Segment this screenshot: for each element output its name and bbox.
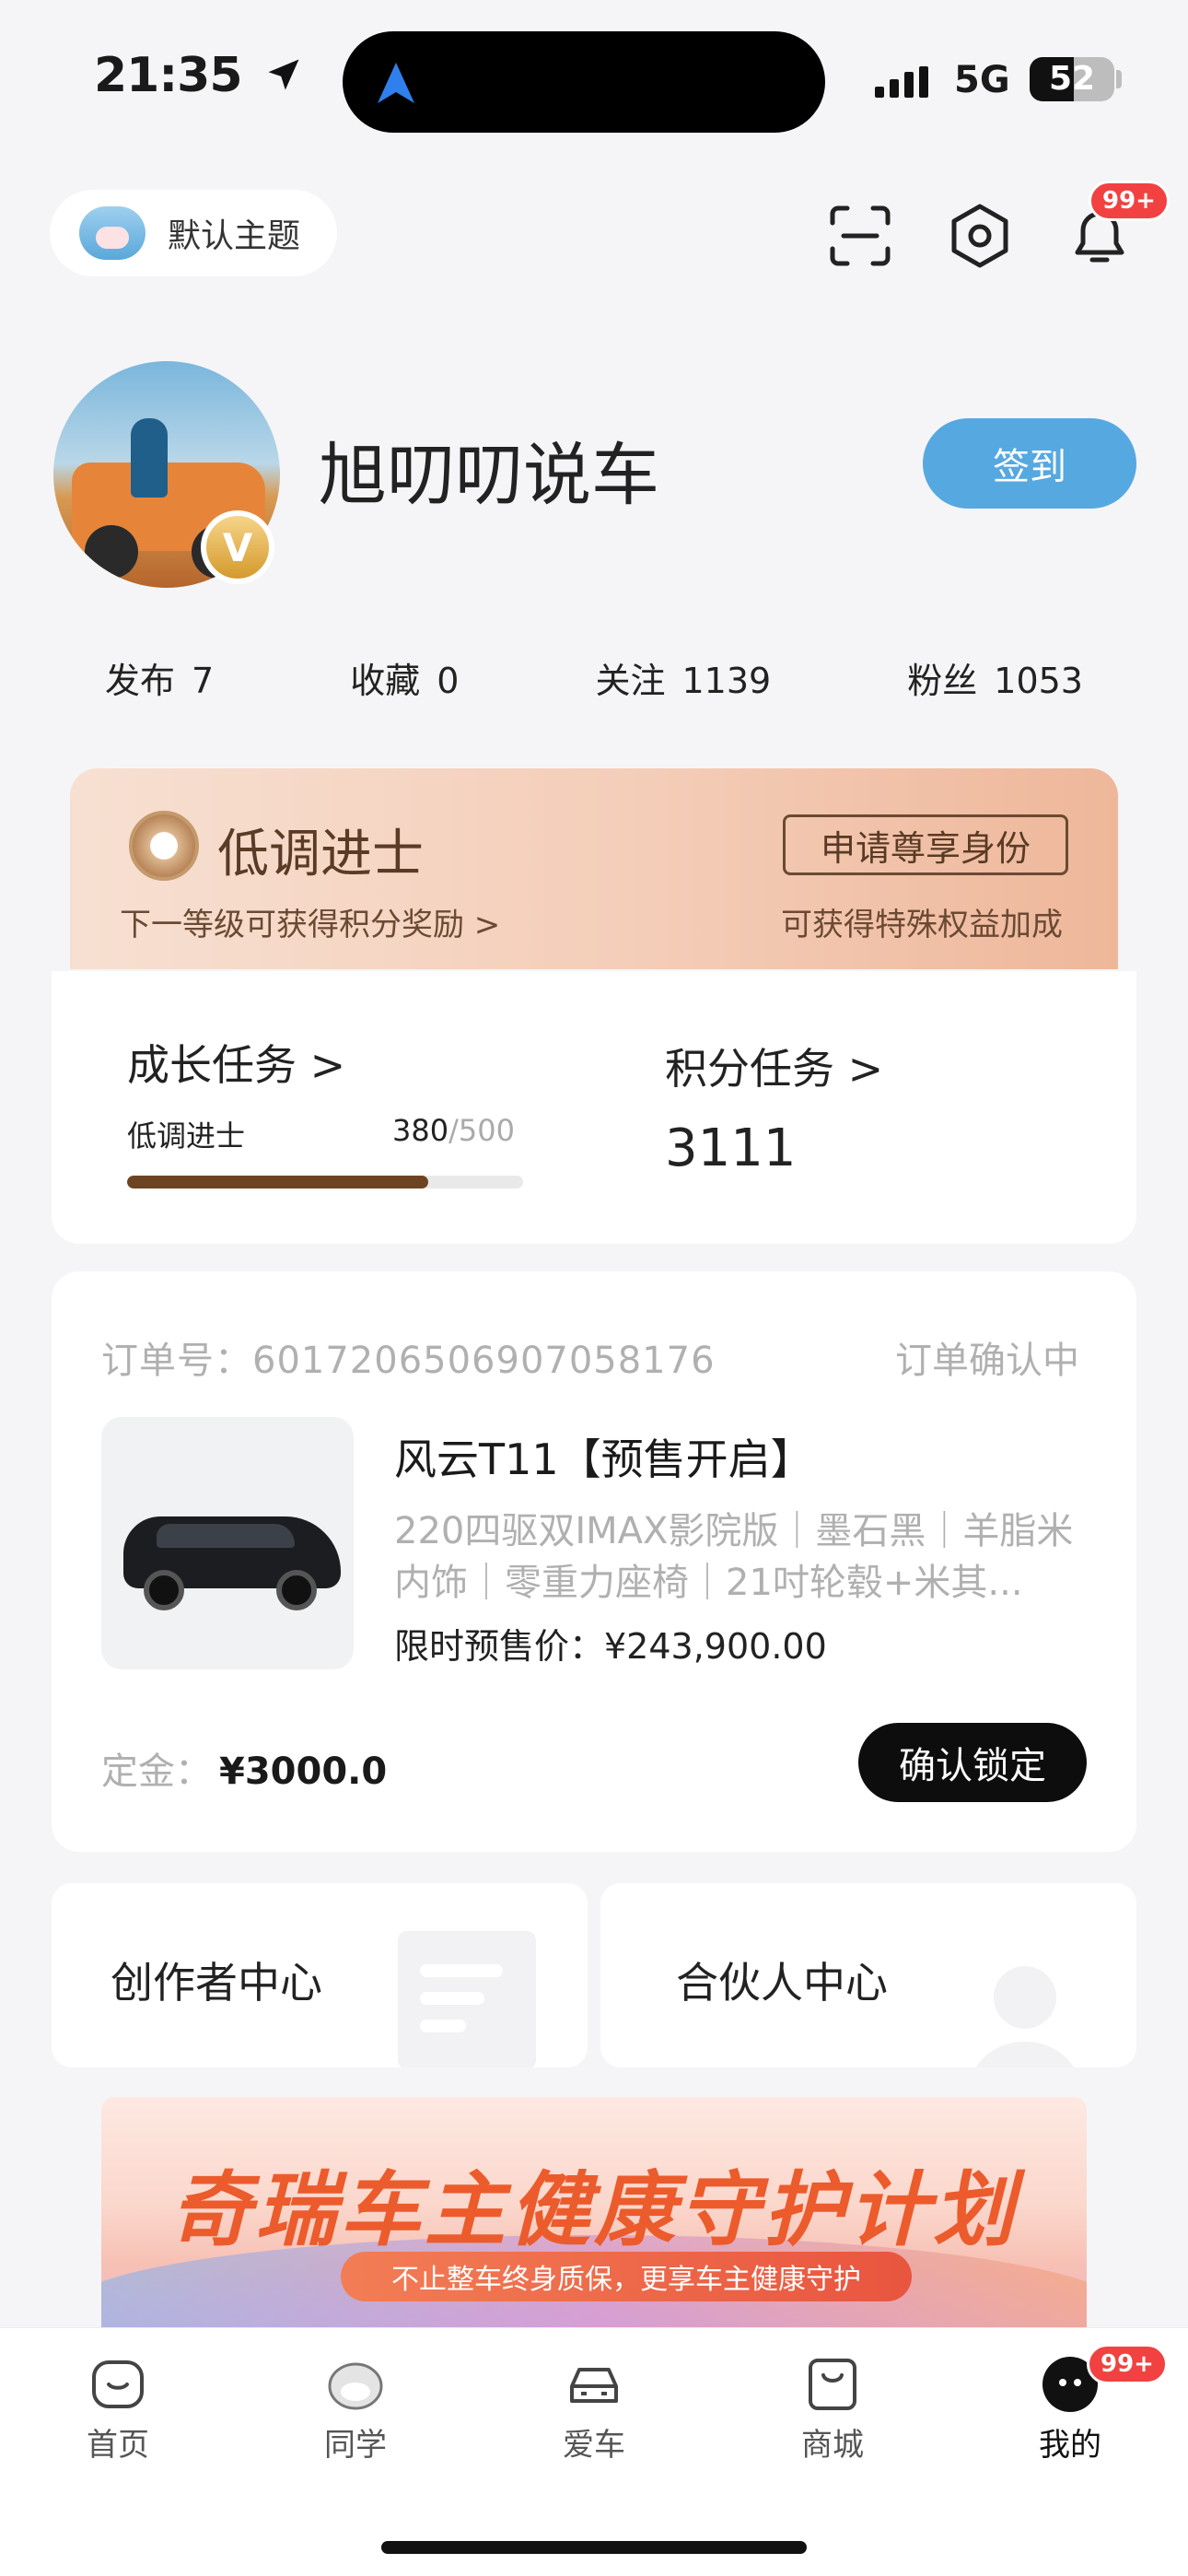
apply-premium-note: 可获得特殊权益加成 bbox=[781, 907, 1063, 943]
stat-following[interactable]: 关注 1139 bbox=[595, 652, 771, 703]
points-value: 3111 bbox=[665, 1118, 797, 1178]
status-time: 21:35 bbox=[94, 48, 304, 103]
verified-badge: V bbox=[201, 510, 274, 584]
growth-progress-text: 380/500 bbox=[392, 1113, 515, 1148]
mascot-tab-icon bbox=[328, 2362, 383, 2410]
location-arrow-icon bbox=[268, 59, 299, 90]
apply-premium-button[interactable]: 申请尊享身份 bbox=[783, 814, 1068, 875]
growth-task-link[interactable]: 成长任务 > bbox=[127, 1032, 345, 1093]
dynamic-island bbox=[343, 31, 825, 133]
document-icon bbox=[398, 1931, 536, 2067]
cellular-signal-icon bbox=[875, 66, 928, 98]
confirm-lock-button[interactable]: 确认锁定 bbox=[858, 1723, 1087, 1802]
battery-nub bbox=[1116, 70, 1122, 88]
username: 旭叨叨说车 bbox=[319, 436, 659, 515]
deposit-amount: ¥3000.0 bbox=[219, 1751, 388, 1793]
partner-icon bbox=[975, 1966, 1075, 2067]
tab-home[interactable]: 首页 bbox=[44, 2355, 192, 2465]
tab-badge: 99+ bbox=[1087, 2344, 1168, 2384]
settings-icon[interactable] bbox=[943, 199, 1017, 273]
product-price: 限时预售价：¥243,900.00 bbox=[394, 1626, 827, 1667]
creator-center-label: 创作者中心 bbox=[111, 1958, 322, 2008]
growth-progress-fill bbox=[127, 1176, 428, 1188]
stat-posts[interactable]: 发布 7 bbox=[105, 652, 214, 703]
car-icon bbox=[570, 2368, 618, 2403]
level-title: 低调进士 bbox=[217, 825, 424, 884]
profile-stats: 发布 7 收藏 0 关注 1139 粉丝 1053 bbox=[37, 652, 1151, 703]
home-indicator[interactable] bbox=[381, 2541, 807, 2554]
shop-bag-icon bbox=[809, 2359, 856, 2410]
promo-banner[interactable]: 奇瑞车主健康守护计划 不止整车终身质保，更享车主健康守护 bbox=[101, 2097, 1087, 2336]
notification-badge: 99+ bbox=[1089, 181, 1170, 221]
scan-icon[interactable] bbox=[823, 199, 897, 273]
growth-progress-bar bbox=[127, 1176, 523, 1188]
car-thumbnail bbox=[101, 1417, 354, 1669]
stat-followers[interactable]: 粉丝 1053 bbox=[907, 652, 1083, 703]
product-description: 220四驱双IMAX影院版｜墨石黑｜羊脂米内饰｜零重力座椅｜21吋轮毂+米其..… bbox=[394, 1510, 1074, 1604]
order-status: 订单确认中 bbox=[895, 1340, 1079, 1382]
product-title: 风云T11【预售开启】 bbox=[394, 1434, 813, 1484]
home-icon bbox=[92, 2360, 144, 2408]
partner-center-card[interactable]: 合伙人中心 bbox=[600, 1883, 1136, 2067]
level-emblem-icon bbox=[129, 811, 199, 881]
banner-subtitle: 不止整车终身质保，更享车主健康守护 bbox=[341, 2252, 912, 2301]
deposit: 定金： ¥3000.0 bbox=[101, 1751, 388, 1793]
stat-favorites[interactable]: 收藏 0 bbox=[350, 652, 459, 703]
theme-label: 默认主题 bbox=[168, 217, 301, 255]
theme-selector[interactable]: 默认主题 bbox=[50, 190, 337, 276]
mascot-icon bbox=[79, 206, 146, 260]
tab-classmates[interactable]: 同学 bbox=[282, 2355, 429, 2465]
navigation-arrow-icon bbox=[378, 63, 414, 103]
battery-icon: 52 bbox=[1030, 57, 1114, 101]
level-next-reward-link[interactable]: 下一等级可获得积分奖励 > bbox=[120, 899, 500, 944]
tab-mall[interactable]: 商城 bbox=[759, 2355, 906, 2465]
points-task-link[interactable]: 积分任务 > bbox=[665, 1036, 883, 1096]
partner-center-label: 合伙人中心 bbox=[676, 1958, 888, 2008]
growth-level-label: 低调进士 bbox=[127, 1118, 246, 1153]
network-type: 5G bbox=[954, 59, 1010, 101]
creator-center-card[interactable]: 创作者中心 bbox=[52, 1883, 588, 2067]
banner-title: 奇瑞车主健康守护计划 bbox=[169, 2162, 1018, 2257]
order-number: 订单号：6017206506907058176 bbox=[101, 1340, 716, 1382]
signin-button[interactable]: 签到 bbox=[923, 418, 1136, 509]
tab-my-car[interactable]: 爱车 bbox=[520, 2355, 668, 2465]
task-card bbox=[52, 971, 1136, 1244]
